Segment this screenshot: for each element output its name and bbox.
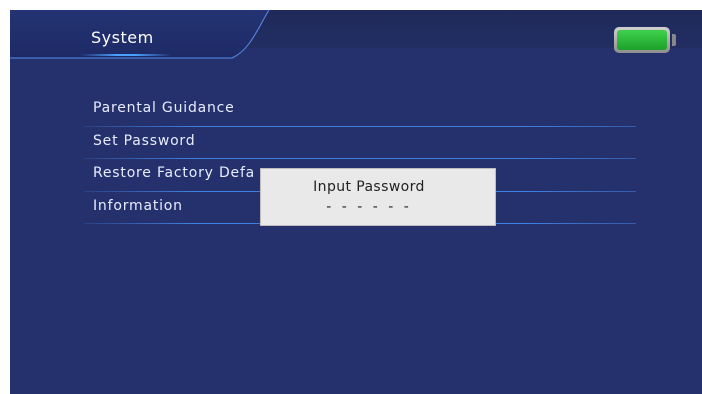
password-dialog: Input Password - - - - - - bbox=[260, 168, 496, 226]
menu-item-set-password[interactable]: Set Password bbox=[84, 127, 636, 159]
battery-tip bbox=[672, 34, 676, 46]
title-underline bbox=[80, 54, 172, 56]
page-title: System bbox=[91, 28, 154, 47]
menu-item-label: Set Password bbox=[93, 132, 196, 149]
password-input[interactable]: - - - - - - bbox=[261, 199, 477, 215]
dialog-title: Input Password bbox=[313, 179, 425, 195]
battery-full-icon bbox=[614, 27, 670, 53]
menu-item-label: Parental Guidance bbox=[93, 100, 235, 116]
menu-item-label: Restore Factory Defa bbox=[93, 165, 256, 181]
menu-item-parental-guidance[interactable]: Parental Guidance bbox=[84, 94, 636, 127]
menu-item-label: Information bbox=[93, 197, 183, 214]
system-screen: System Parental Guidance Set Password Re… bbox=[10, 10, 702, 394]
battery-fill bbox=[617, 30, 667, 50]
